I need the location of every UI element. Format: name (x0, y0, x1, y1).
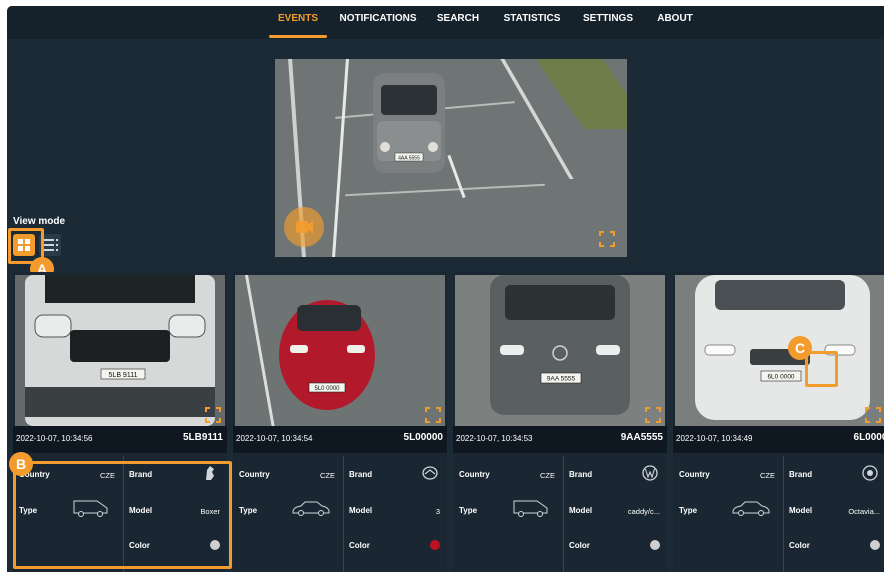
brand-label: Brand (569, 470, 593, 479)
event-details: Country CZE Type Brand Model caddy/c... … (453, 456, 667, 572)
color-label: Color (789, 541, 810, 550)
plate-on-car: 6L0 0000 (767, 374, 794, 381)
color-label: Color (349, 541, 370, 550)
event-timestamp: 2022-10-07, 10:34:53 (456, 434, 533, 443)
event-plate: 6L00000 (853, 432, 884, 443)
event-plate: 5L00000 (403, 432, 443, 443)
volkswagen-logo-icon (642, 465, 658, 481)
event-timestamp: 2022-10-07, 10:34:54 (236, 434, 313, 443)
color-label: Color (569, 541, 590, 550)
country-value: CZE (760, 471, 775, 480)
vehicle-photo: 6L0 0000 (675, 275, 884, 426)
expand-arrows-icon[interactable] (425, 407, 441, 423)
tab-settings[interactable]: SETTINGS (580, 6, 636, 39)
country-label: Country (239, 470, 270, 479)
mazda-logo-icon (422, 466, 438, 480)
event-card[interactable]: 6L0 0000 2022-10-07, 10:34:49 6L00000 Co… (673, 272, 884, 572)
skoda-logo-icon (862, 465, 878, 481)
tab-statistics[interactable]: STATISTICS (500, 6, 564, 39)
type-label: Type (679, 506, 698, 515)
car-icon (732, 501, 770, 516)
vehicle-image: 5L0 0000 (235, 275, 445, 426)
expand-arrows-icon[interactable] (645, 407, 661, 423)
top-navigation: EVENTS NOTIFICATIONS SEARCH STATISTICS S… (7, 6, 884, 39)
event-plate: 9AA5555 (620, 432, 663, 443)
event-card[interactable]: 5L0 0000 2022-10-07, 10:34:54 5L00000 Co… (233, 272, 447, 572)
event-meta: 2022-10-07, 10:34:54 5L00000 (233, 426, 447, 453)
country-value: CZE (540, 471, 555, 480)
marker-b: B (9, 452, 33, 476)
plate-on-car: 5L0 0000 (314, 386, 340, 392)
model-value: Octavia... (848, 507, 880, 516)
vehicle-image: 5LB 9111 (15, 275, 225, 426)
highlight-box-c (805, 351, 838, 387)
color-swatch (650, 540, 660, 550)
divider (563, 456, 564, 572)
lane-marking (332, 59, 349, 257)
country-label: Country (459, 470, 490, 479)
model-value: 3 (435, 507, 440, 516)
video-camera-icon (296, 221, 313, 233)
event-meta: 2022-10-07, 10:34:53 9AA5555 (453, 426, 667, 453)
event-card[interactable]: 9AA 5555 2022-10-07, 10:34:53 9AA5555 Co… (453, 272, 667, 572)
event-meta: 2022-10-07, 10:34:56 5LB9111 (13, 426, 227, 453)
highlight-box-b (13, 461, 232, 569)
view-mode-label: View mode (13, 216, 66, 227)
vehicle-photo: 9AA 5555 (455, 275, 665, 426)
color-swatch (870, 540, 880, 550)
live-plate-text: 4AA 5555 (398, 156, 420, 162)
roadside-grass (535, 59, 627, 129)
country-value: CZE (320, 471, 335, 480)
plate-on-car: 9AA 5555 (547, 376, 576, 383)
event-meta: 2022-10-07, 10:34:49 6L00000 (673, 426, 884, 453)
live-vehicle: 4AA 5555 (373, 73, 445, 173)
model-value: caddy/c... (627, 507, 660, 516)
expand-arrows-icon[interactable] (205, 407, 221, 423)
expand-arrows-icon[interactable] (599, 231, 615, 247)
car-icon (292, 501, 330, 516)
app-window: EVENTS NOTIFICATIONS SEARCH STATISTICS S… (7, 6, 884, 572)
vehicle-photo: 5LB 9111 (15, 275, 225, 426)
color-swatch (430, 540, 440, 550)
divider (783, 456, 784, 572)
vehicle-image: 6L0 0000 (675, 275, 884, 426)
model-label: Model (569, 506, 593, 515)
event-details: Country CZE Type Brand Model 3 Color (233, 456, 447, 572)
brand-label: Brand (349, 470, 373, 479)
live-camera-view[interactable]: 4AA 5555 (275, 59, 627, 257)
tab-notifications[interactable]: NOTIFICATIONS (338, 6, 418, 39)
vehicle-image: 9AA 5555 (455, 275, 665, 426)
model-label: Model (789, 506, 813, 515)
event-timestamp: 2022-10-07, 10:34:56 (16, 434, 93, 443)
tab-search[interactable]: SEARCH (434, 6, 482, 39)
plate-on-car: 5LB 9111 (109, 372, 138, 379)
vehicle-photo: 5L0 0000 (235, 275, 445, 426)
type-label: Type (239, 506, 258, 515)
marker-c: C (788, 336, 812, 360)
divider (343, 456, 344, 572)
video-camera-button[interactable] (284, 207, 324, 247)
event-timestamp: 2022-10-07, 10:34:49 (676, 434, 753, 443)
lane-marking (345, 183, 545, 197)
tab-about[interactable]: ABOUT (653, 6, 697, 39)
active-tab-underline (269, 35, 327, 38)
brand-label: Brand (789, 470, 813, 479)
country-label: Country (679, 470, 710, 479)
event-details: Country CZE Type Brand Model Octavia... … (673, 456, 884, 572)
type-label: Type (459, 506, 478, 515)
expand-arrows-icon[interactable] (865, 407, 881, 423)
van-icon (513, 500, 548, 517)
event-plate: 5LB9111 (182, 432, 223, 443)
model-label: Model (349, 506, 373, 515)
